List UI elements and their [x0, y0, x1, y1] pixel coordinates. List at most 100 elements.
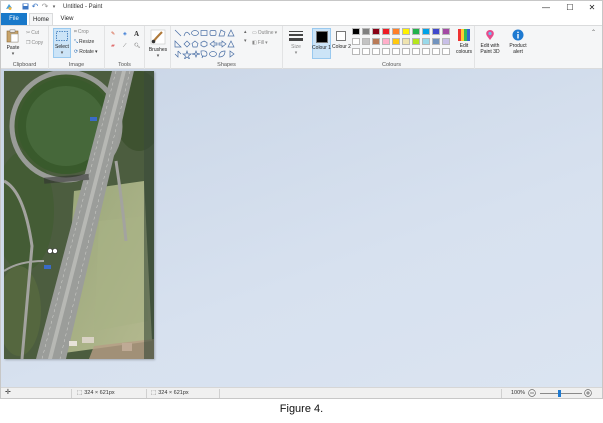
size-button[interactable]: Size ▾ — [286, 29, 306, 59]
colour-2-button[interactable]: Colour 2 — [332, 28, 351, 59]
copy-icon: ❐ — [26, 40, 31, 46]
zoom-slider-thumb[interactable] — [558, 390, 561, 397]
info-icon — [512, 29, 524, 41]
size-group: Size ▾ — [283, 26, 309, 69]
cut-label: Cut — [31, 30, 39, 36]
cut-button[interactable]: ✂ Cut — [26, 30, 39, 36]
product-alert-button[interactable]: Product alert — [505, 28, 531, 59]
maximize-button[interactable]: ☐ — [559, 1, 581, 13]
cursor-position-icon: ✛ — [5, 389, 11, 396]
canvas-image[interactable] — [4, 71, 154, 359]
colours-group-label: Colours — [382, 62, 401, 68]
resize-label: Resize — [79, 39, 95, 45]
collapse-ribbon-icon[interactable]: ⌃ — [591, 29, 596, 36]
zoom-out-button[interactable] — [528, 389, 536, 397]
aerial-map-image — [4, 71, 154, 359]
pencil-icon[interactable]: ✎ — [111, 31, 115, 37]
edit-colours-button[interactable]: Edit colours — [454, 28, 474, 59]
rotate-button[interactable]: ⟳ Rotate ▾ — [74, 49, 97, 55]
zoom-level: 100% — [511, 390, 526, 396]
colour-swatch[interactable] — [372, 28, 380, 35]
colour-swatch[interactable] — [352, 48, 360, 55]
outline-dropdown-icon: ▾ — [274, 30, 278, 36]
undo-icon[interactable]: ↶ — [31, 2, 39, 11]
paste-button[interactable]: Paste ▾ — [5, 28, 21, 58]
eraser-icon[interactable]: ▰ — [111, 43, 115, 49]
colour-swatch[interactable] — [372, 38, 380, 45]
colour-1-button[interactable]: Colour 1 — [312, 28, 331, 59]
colour-swatch[interactable] — [422, 48, 430, 55]
image-size-icon: ⬚ — [151, 390, 157, 396]
tools-group-label: Tools — [118, 62, 131, 68]
colour-swatch[interactable] — [422, 38, 430, 45]
colour-swatch[interactable] — [362, 48, 370, 55]
colour-swatch[interactable] — [352, 28, 360, 35]
colour-swatch[interactable] — [442, 28, 450, 35]
crop-label: Crop — [77, 29, 89, 35]
redo-icon[interactable]: ↷ — [41, 2, 49, 11]
zoom-slider-track[interactable] — [540, 393, 582, 394]
colour-swatch[interactable] — [392, 48, 400, 55]
colour-picker-icon[interactable]: ⟋ — [123, 43, 127, 49]
colour-swatch[interactable] — [432, 38, 440, 45]
zoom-in-button[interactable] — [584, 389, 592, 397]
colour-swatch[interactable] — [402, 48, 410, 55]
colour-swatch[interactable] — [402, 28, 410, 35]
resize-button[interactable]: ⤡ Resize — [74, 39, 94, 45]
shapes-gallery[interactable] — [174, 29, 244, 59]
copy-label: Copy — [31, 40, 44, 46]
minimize-button[interactable]: — — [535, 1, 557, 13]
clipboard-group-label: Clipboard — [12, 62, 37, 68]
close-button[interactable]: ✕ — [581, 1, 602, 13]
colour-swatch[interactable] — [432, 48, 440, 55]
canvas-workspace[interactable] — [1, 69, 602, 387]
outline-button[interactable]: ▭ Outline ▾ — [252, 30, 277, 36]
colour-swatch[interactable] — [392, 28, 400, 35]
quick-access-dropdown-icon[interactable]: ▾ — [51, 2, 57, 11]
copy-button[interactable]: ❐ Copy — [26, 40, 43, 46]
selection-size-value: 324 × 621px — [84, 390, 115, 396]
brushes-dropdown-icon: ▾ — [156, 53, 160, 59]
status-separator — [501, 389, 502, 398]
brushes-button[interactable]: Brushes ▾ — [148, 28, 168, 59]
status-separator — [219, 389, 220, 398]
colour-1-label: Colour 1 — [312, 45, 331, 51]
colour-swatch[interactable] — [362, 28, 370, 35]
colour-swatch[interactable] — [412, 28, 420, 35]
edit-colours-label: Edit colours — [455, 43, 473, 55]
edit-with-paint3d-button[interactable]: Edit with Paint 3D — [476, 28, 504, 59]
shapes-scroll-icon[interactable]: ▴ — [244, 29, 247, 35]
colour-swatch[interactable] — [382, 28, 390, 35]
status-separator — [71, 389, 72, 398]
colour-swatch[interactable] — [392, 38, 400, 45]
colour-swatch[interactable] — [362, 38, 370, 45]
colour-swatch[interactable] — [412, 48, 420, 55]
shapes-group-label: Shapes — [217, 62, 236, 68]
text-icon[interactable]: A — [134, 30, 139, 38]
tab-file[interactable]: File — [1, 13, 27, 25]
crop-button[interactable]: ⌗ Crop — [74, 29, 89, 35]
crop-icon: ⌗ — [74, 29, 77, 35]
fill-icon: ◧ — [252, 40, 257, 46]
colour-swatch[interactable] — [382, 48, 390, 55]
colour-swatch[interactable] — [402, 38, 410, 45]
magnifier-icon[interactable]: 🔍︎ — [134, 43, 140, 49]
colour-2-label: Colour 2 — [332, 44, 351, 50]
colour-swatch[interactable] — [442, 48, 450, 55]
product-alert-label: Product alert — [509, 43, 527, 55]
select-button[interactable]: Select ▾ — [53, 28, 71, 58]
save-icon[interactable] — [21, 2, 29, 11]
colour-swatch[interactable] — [412, 38, 420, 45]
colour-swatch[interactable] — [372, 48, 380, 55]
tab-view[interactable]: View — [57, 13, 77, 25]
colour-swatch[interactable] — [352, 38, 360, 45]
tab-home[interactable]: Home — [29, 13, 53, 25]
fill-bucket-icon[interactable]: ◈ — [123, 31, 127, 37]
colour-swatch[interactable] — [432, 28, 440, 35]
shapes-scroll-down-icon[interactable]: ▾ — [244, 38, 247, 44]
colour-swatch[interactable] — [422, 28, 430, 35]
colour-swatch[interactable] — [442, 38, 450, 45]
ribbon-tabs: File Home View — [1, 13, 602, 25]
fill-button[interactable]: ◧ Fill ▾ — [252, 40, 268, 46]
colour-swatch[interactable] — [382, 38, 390, 45]
